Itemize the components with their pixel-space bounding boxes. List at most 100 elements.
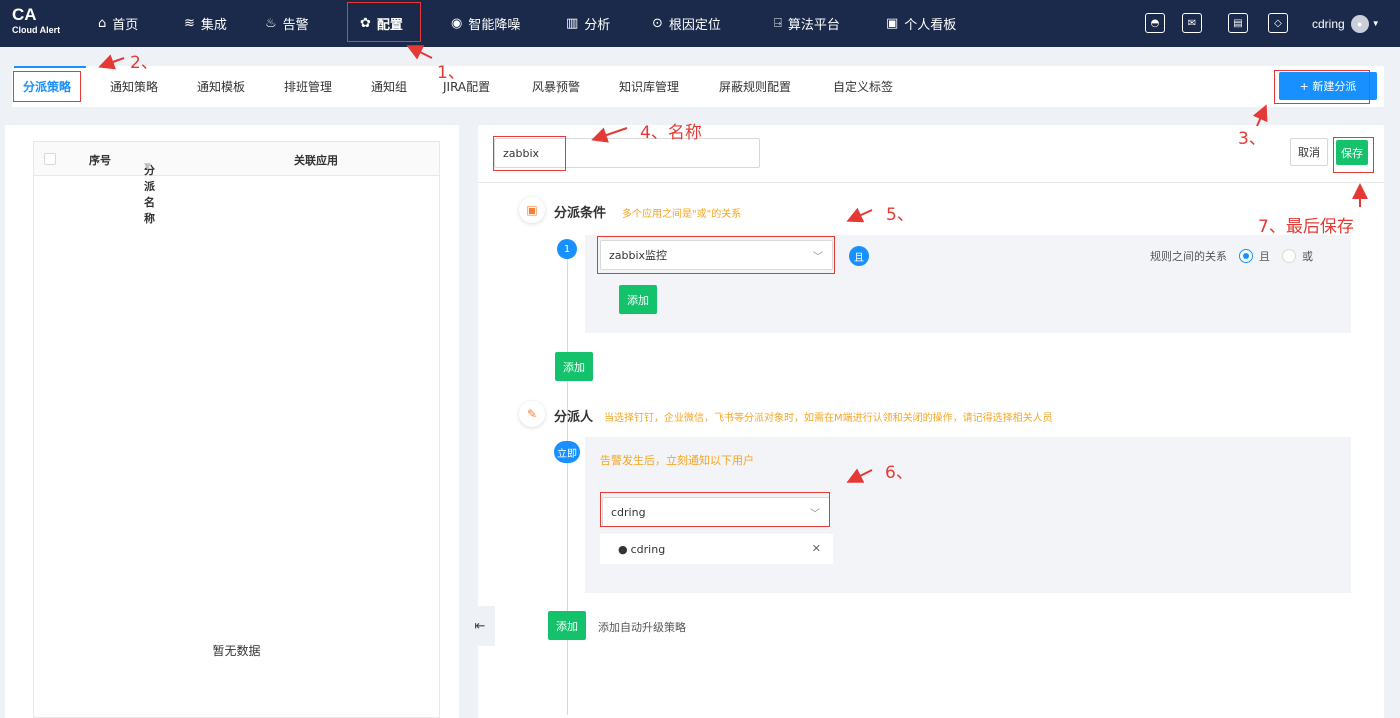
- assignee-hint: 当选择钉钉，企业微信，飞书等分派对象时，如需在M端进行认领和关闭的操作，请记得选…: [604, 413, 1053, 424]
- dashboard-icon: ▣: [886, 16, 899, 31]
- annotation-2: 2、: [130, 53, 158, 73]
- app-logo[interactable]: CA Cloud Alert: [12, 6, 60, 35]
- nav-noise-reduction-label: 智能降噪: [468, 18, 521, 33]
- app-select-value: zabbix监控: [609, 249, 668, 262]
- conditions-title: 分派条件: [554, 206, 607, 221]
- cancel-button[interactable]: 取消: [1290, 138, 1328, 166]
- relation-label: 规则之间的关系: [1150, 250, 1227, 263]
- noise-reduction-icon: ◉: [451, 16, 463, 31]
- analysis-icon: ▥: [566, 16, 579, 31]
- tab-knowledge-base[interactable]: 知识库管理: [619, 66, 679, 107]
- assistant-icon[interactable]: ◓: [1145, 13, 1165, 33]
- nav-config[interactable]: ✿ 配置: [360, 0, 403, 47]
- alarm-icon: ♨: [265, 16, 277, 31]
- annotation-6: 6、: [885, 463, 913, 483]
- nav-algorithm[interactable]: ⍈ 算法平台: [774, 0, 840, 47]
- nav-alarm[interactable]: ♨ 告警: [265, 0, 309, 47]
- rule-number: 1: [557, 239, 577, 259]
- logo-name: Cloud Alert: [12, 25, 61, 35]
- add-rule-item-button[interactable]: 添加: [619, 285, 657, 314]
- user-select[interactable]: cdring ﹀: [602, 497, 830, 527]
- relation-and-label[interactable]: 且: [1259, 248, 1270, 264]
- config-tabs: 分派策略 通知策略 通知模板 排班管理 通知组 JIRA配置 风暴预警 知识库管…: [12, 66, 1384, 107]
- table-header: 序号 分派名称 ▼ 关联应用: [34, 142, 439, 225]
- col-index: 序号: [89, 154, 111, 167]
- user-menu[interactable]: cdring ● ▼: [1312, 0, 1380, 47]
- nav-home-label: 首页: [112, 18, 139, 33]
- layers-icon: ≋: [184, 16, 195, 31]
- annotation-7: 7、最后保存: [1258, 217, 1354, 237]
- gear-icon: ✿: [360, 16, 371, 31]
- algorithm-icon: ⍈: [774, 16, 782, 31]
- home-icon: ⌂: [98, 16, 107, 31]
- app-select[interactable]: zabbix监控 ﹀: [600, 240, 833, 270]
- divider: [478, 182, 1384, 183]
- rule-relation: 规则之间的关系 且 或: [1150, 248, 1313, 264]
- tab-notify-template[interactable]: 通知模板: [197, 66, 245, 107]
- add-escalation-label[interactable]: 添加自动升级策略: [598, 619, 686, 635]
- user-tag-label: cdring: [630, 542, 666, 556]
- locate-icon: ⊙: [652, 16, 663, 31]
- top-navbar: CA Cloud Alert ⌂ 首页 ≋ 集成 ♨ 告警 ✿ 配置 ◉ 智能降…: [0, 0, 1400, 47]
- tab-custom-tags[interactable]: 自定义标签: [833, 66, 893, 107]
- collapse-panel-icon[interactable]: ⇤: [465, 606, 495, 646]
- dispatch-name-input[interactable]: zabbix: [494, 138, 760, 168]
- nav-root-cause-label: 根因定位: [668, 18, 721, 33]
- nav-analysis-label: 分析: [584, 18, 611, 33]
- nav-analysis[interactable]: ▥ 分析: [566, 0, 610, 47]
- nav-noise-reduction[interactable]: ◉ 智能降噪: [451, 0, 520, 47]
- nav-integration[interactable]: ≋ 集成: [184, 0, 227, 47]
- assignee-icon: ✎: [519, 401, 545, 427]
- tab-notify-group[interactable]: 通知组: [371, 66, 407, 107]
- nav-dashboard[interactable]: ▣ 个人看板: [886, 0, 956, 47]
- tab-shield-rules[interactable]: 屏蔽规则配置: [719, 66, 791, 107]
- diamond-icon[interactable]: ◇: [1268, 13, 1288, 33]
- arrow-1: [406, 45, 433, 60]
- and-badge: 且: [849, 246, 869, 266]
- select-all-checkbox[interactable]: [44, 153, 56, 165]
- filter-icon[interactable]: ▼: [144, 162, 151, 172]
- dispatch-list-panel: 序号 分派名称 ▼ 关联应用 暂无数据: [5, 125, 459, 718]
- message-icon[interactable]: ✉: [1182, 13, 1202, 33]
- user-tag: ● cdring ✕: [600, 534, 833, 564]
- dispatch-editor: zabbix 取消 保存 ▣ 分派条件 多个应用之间是"或"的关系 1 zabb…: [478, 125, 1384, 718]
- empty-state: 暂无数据: [212, 644, 261, 658]
- arrow-2: [98, 54, 125, 70]
- nav-root-cause[interactable]: ⊙ 根因定位: [652, 0, 721, 47]
- chevron-down-icon: ▼: [1371, 19, 1380, 28]
- col-app: 关联应用: [294, 154, 338, 167]
- nav-home[interactable]: ⌂ 首页: [98, 0, 138, 47]
- docs-icon[interactable]: ▤: [1228, 13, 1248, 33]
- relation-or-label[interactable]: 或: [1302, 248, 1313, 264]
- username: cdring: [1312, 16, 1345, 31]
- nav-algorithm-label: 算法平台: [787, 18, 840, 33]
- immediate-text: 告警发生后，立刻通知以下用户: [600, 454, 754, 467]
- timeline-line: [567, 255, 568, 715]
- nav-alarm-label: 告警: [282, 18, 309, 33]
- add-escalation-button[interactable]: 添加: [548, 611, 586, 640]
- new-dispatch-button[interactable]: + 新建分派: [1279, 72, 1377, 100]
- save-button[interactable]: 保存: [1336, 140, 1368, 165]
- tab-schedule[interactable]: 排班管理: [284, 66, 332, 107]
- conditions-icon: ▣: [519, 197, 545, 223]
- avatar: ●: [1350, 14, 1369, 33]
- add-condition-button[interactable]: 添加: [555, 352, 593, 381]
- annotation-3: 3、: [1238, 129, 1266, 149]
- user-icon: ●: [618, 542, 628, 556]
- relation-and-radio[interactable]: [1239, 249, 1253, 263]
- chevron-down-icon: ﹀: [813, 252, 823, 263]
- close-icon[interactable]: ✕: [812, 542, 821, 555]
- annotation-5: 5、: [886, 205, 914, 225]
- dispatch-table: 序号 分派名称 ▼ 关联应用 暂无数据: [33, 141, 440, 718]
- nav-config-label: 配置: [376, 18, 403, 33]
- annotation-4: 4、名称: [640, 123, 702, 143]
- tab-dispatch-policy[interactable]: 分派策略: [23, 66, 71, 107]
- tab-storm-warning[interactable]: 风暴预警: [532, 66, 580, 107]
- relation-or-radio[interactable]: [1282, 249, 1296, 263]
- conditions-hint: 多个应用之间是"或"的关系: [622, 209, 742, 220]
- user-select-value: cdring: [611, 505, 646, 519]
- annotation-1: 1、: [437, 63, 465, 83]
- nav-integration-label: 集成: [200, 18, 227, 33]
- assignee-title: 分派人: [554, 410, 594, 425]
- nav-dashboard-label: 个人看板: [904, 18, 957, 33]
